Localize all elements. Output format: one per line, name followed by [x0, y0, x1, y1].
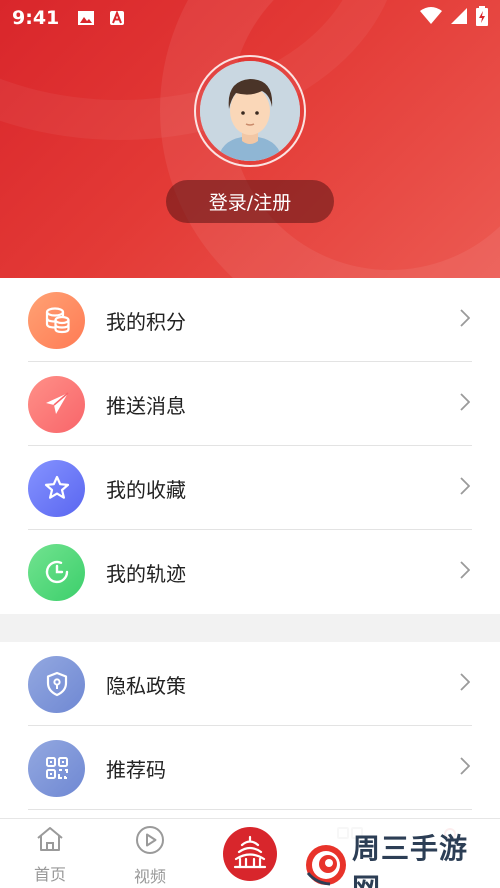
watermark: 周三手游网: [304, 827, 500, 888]
menu-label: 隐私政策: [106, 673, 186, 698]
shield-icon: [28, 655, 85, 713]
app-notification-icon: [109, 10, 125, 26]
status-time: 9:41: [12, 7, 60, 29]
signal-icon: [450, 7, 468, 29]
avatar[interactable]: [194, 55, 306, 167]
chevron-right-icon: [460, 393, 471, 415]
menu-item-privacy-policy[interactable]: 隐私政策: [0, 642, 500, 726]
chevron-right-icon: [460, 561, 471, 583]
login-register-button[interactable]: 登录/注册: [166, 180, 334, 223]
status-bar: 9:41: [0, 0, 500, 36]
menu-label: 推送消息: [106, 393, 186, 418]
watermark-text: 周三手游网: [352, 832, 469, 888]
qr-code-icon: [28, 739, 85, 797]
menu-label: 我的收藏: [106, 477, 186, 502]
play-circle-icon: [135, 825, 165, 859]
menu-group-secondary: 隐私政策 推荐码: [0, 642, 500, 818]
divider: [28, 809, 472, 810]
chevron-right-icon: [460, 309, 471, 331]
center-logo-button[interactable]: [223, 827, 277, 881]
menu-label: 推荐码: [106, 757, 166, 782]
nav-label-home: 首页: [33, 865, 66, 884]
star-icon: [28, 459, 85, 517]
menu-item-points[interactable]: 我的积分: [0, 278, 500, 362]
bottom-navigation: 首页 视频 周三手游: [0, 818, 500, 888]
image-notification-icon: [77, 10, 95, 26]
menu-group-primary: 我的积分 推送消息 我的收藏 我的轨迹: [0, 278, 500, 614]
wifi-icon: [420, 7, 442, 29]
menu-item-referral-code[interactable]: 推荐码: [0, 726, 500, 810]
watermark-logo-icon: [304, 843, 348, 888]
chevron-right-icon: [460, 757, 471, 779]
temple-logo-icon: [232, 835, 268, 873]
paper-plane-icon: [28, 375, 85, 433]
menu-item-history[interactable]: 我的轨迹: [0, 530, 500, 614]
nav-label-video: 视频: [133, 867, 166, 886]
nav-video[interactable]: 视频: [120, 825, 180, 887]
menu-label: 我的积分: [106, 309, 186, 334]
home-icon: [35, 825, 65, 857]
profile-header: 9:41 登录/注册: [0, 0, 500, 278]
menu-item-favorites[interactable]: 我的收藏: [0, 446, 500, 530]
clock-icon: [28, 543, 85, 601]
battery-icon: [476, 6, 488, 30]
menu-label: 我的轨迹: [106, 561, 186, 586]
coins-icon: [28, 291, 85, 349]
menu-item-push-messages[interactable]: 推送消息: [0, 362, 500, 446]
chevron-right-icon: [460, 477, 471, 499]
nav-home[interactable]: 首页: [20, 825, 80, 885]
chevron-right-icon: [460, 673, 471, 695]
avatar-image: [200, 61, 300, 161]
